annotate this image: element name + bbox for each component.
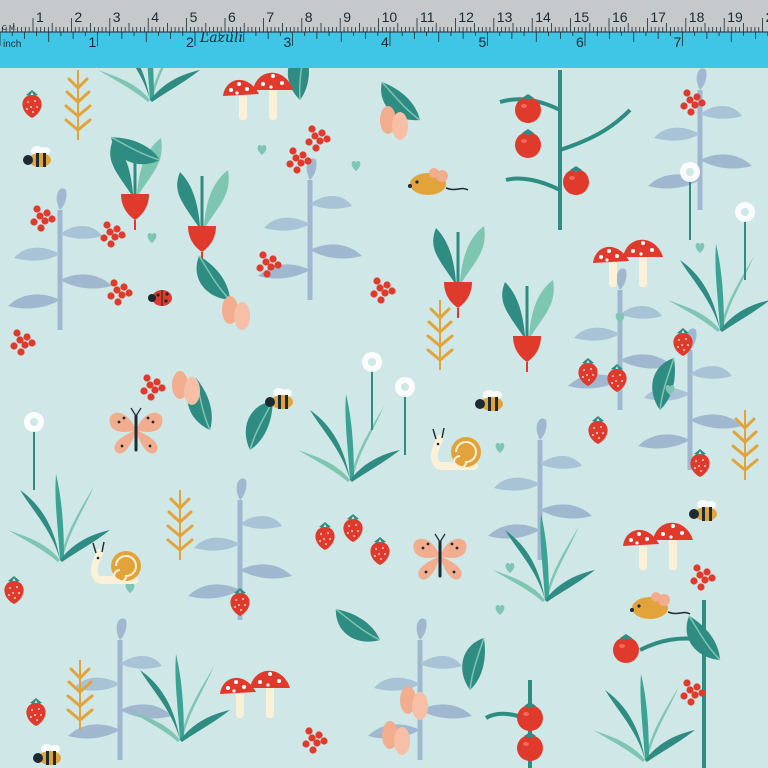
cm-label: 6 bbox=[228, 9, 236, 25]
cm-unit-label: C.M. bbox=[2, 25, 17, 32]
cm-label: 12 bbox=[458, 9, 474, 25]
handwritten-note: Lazuli bbox=[199, 30, 243, 46]
measuring-ruler: C.M. inch Lazuli 1 2 3 4 5 6 7 8 9 10 11 12 13 14 15 16… bbox=[0, 0, 768, 68]
cm-label: 5 bbox=[190, 9, 198, 25]
inch-label: 1 bbox=[89, 34, 97, 50]
cm-label: 1 bbox=[36, 9, 44, 25]
cm-label: 7 bbox=[266, 9, 274, 25]
cm-label: 9 bbox=[343, 9, 351, 25]
cm-label: 18 bbox=[689, 9, 705, 25]
cm-label: 4 bbox=[151, 9, 159, 25]
fabric-swatch-photo: C.M. inch Lazuli 1 2 3 4 5 6 7 8 9 10 11 12 13 14 15 16… bbox=[0, 0, 768, 768]
cm-label: 11 bbox=[420, 9, 435, 25]
cm-label: 8 bbox=[305, 9, 313, 25]
fabric-print bbox=[0, 0, 768, 768]
inch-label: 3 bbox=[284, 34, 292, 50]
cm-label: 19 bbox=[727, 9, 743, 25]
inch-unit-label: inch bbox=[3, 39, 21, 50]
cm-label: 15 bbox=[574, 9, 590, 25]
inch-label: 6 bbox=[576, 34, 584, 50]
inch-label: 4 bbox=[381, 34, 389, 50]
cm-label: 13 bbox=[497, 9, 513, 25]
cm-label: 17 bbox=[650, 9, 666, 25]
cm-label: 16 bbox=[612, 9, 628, 25]
inch-label: 2 bbox=[186, 34, 194, 50]
cm-label: 2 bbox=[74, 9, 82, 25]
cm-label: 10 bbox=[382, 9, 398, 25]
inch-label: 7 bbox=[674, 34, 682, 50]
cm-label: 14 bbox=[535, 9, 551, 25]
inch-label: 5 bbox=[479, 34, 487, 50]
cm-label: 3 bbox=[113, 9, 121, 25]
